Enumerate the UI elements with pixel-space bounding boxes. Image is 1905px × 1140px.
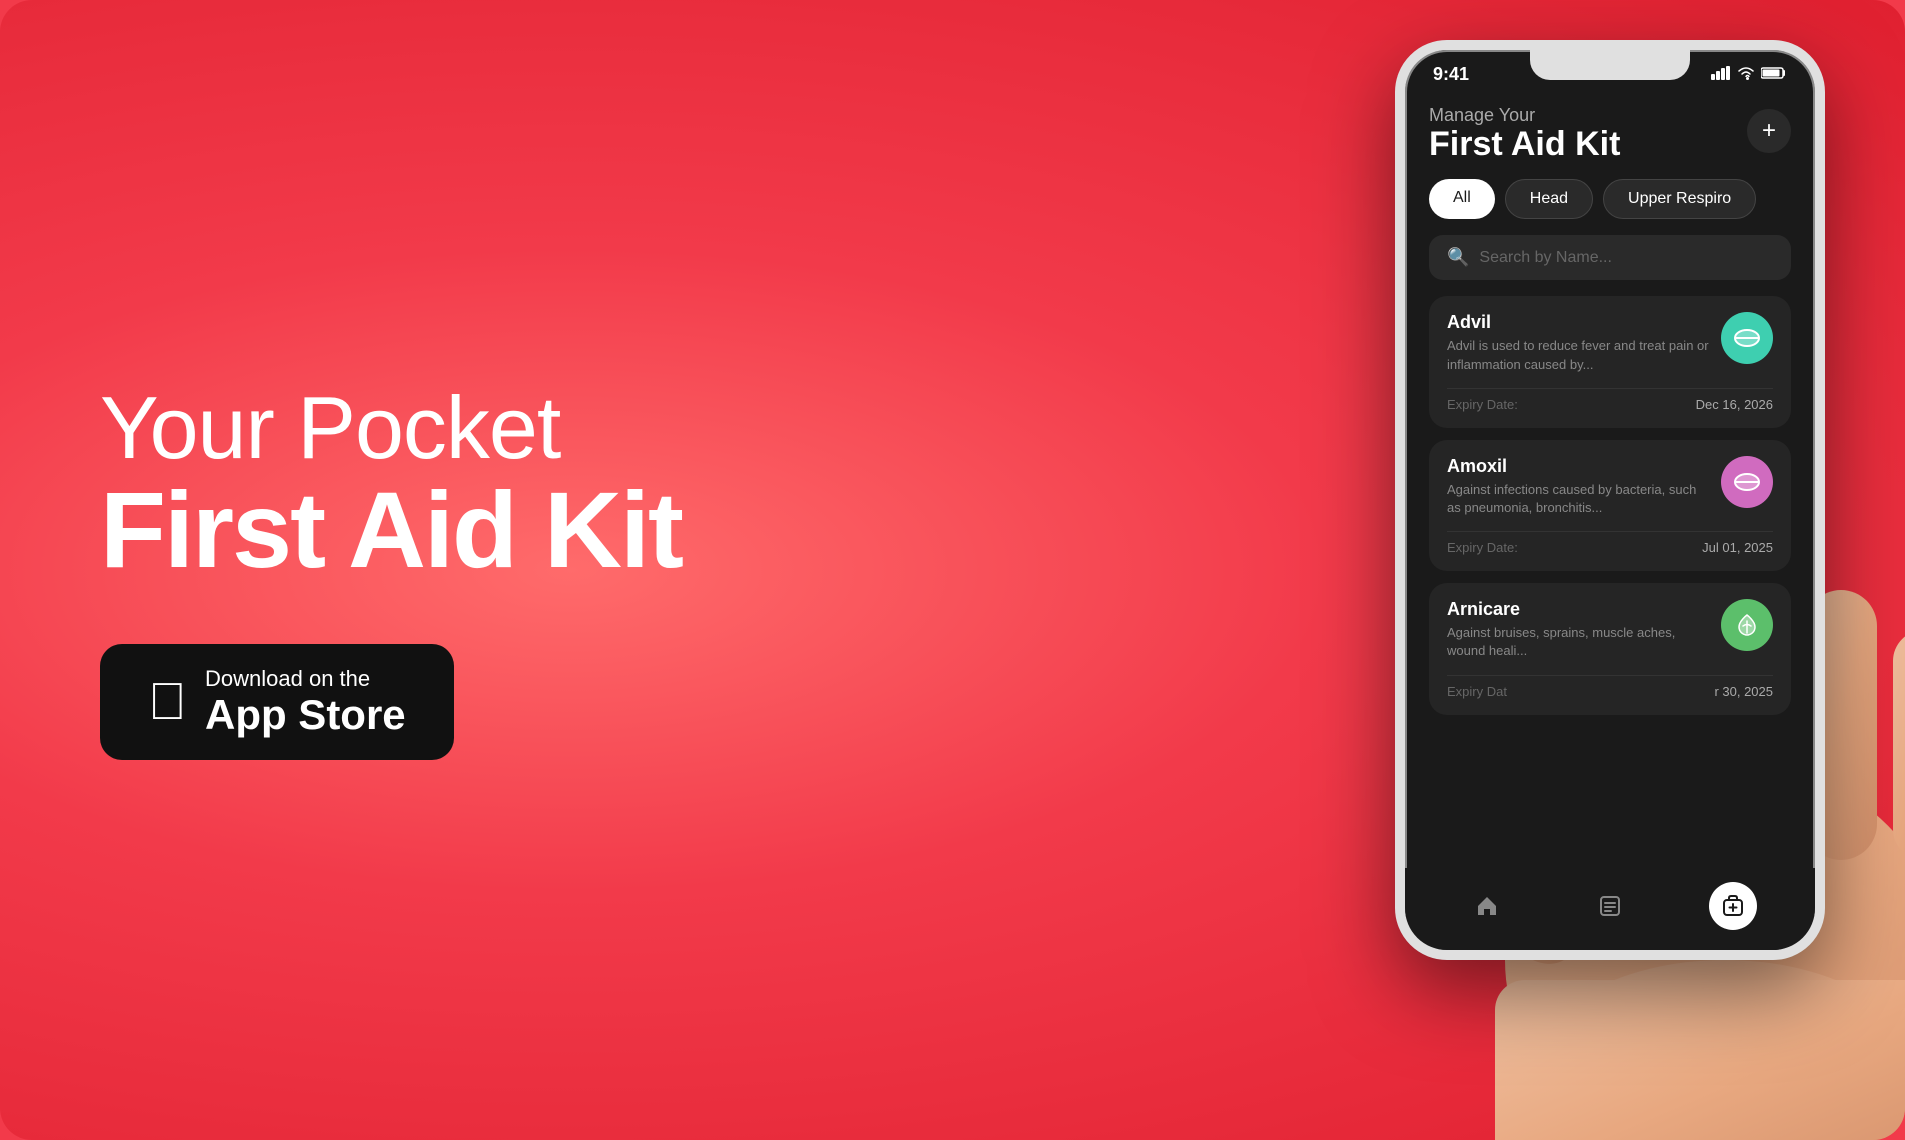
battery-icon [1761, 66, 1787, 83]
app-header: Manage Your First Aid Kit + [1429, 105, 1791, 163]
status-time: 9:41 [1433, 64, 1469, 85]
signal-icon [1711, 66, 1731, 83]
search-bar[interactable]: 🔍 Search by Name... [1429, 235, 1791, 280]
card-desc: Against bruises, sprains, muscle aches, … [1447, 624, 1709, 660]
expiry-date: Dec 16, 2026 [1696, 397, 1773, 412]
card-name: Amoxil [1447, 456, 1709, 477]
card-top: Amoxil Against infections caused by bact… [1447, 456, 1773, 517]
card-info: Advil Advil is used to reduce fever and … [1447, 312, 1721, 373]
expiry-date: Jul 01, 2025 [1702, 540, 1773, 555]
card-expiry: Expiry Date: Dec 16, 2026 [1447, 388, 1773, 412]
filter-tab-upper[interactable]: Upper Respiro [1603, 179, 1756, 219]
app-store-line2: App Store [205, 692, 406, 738]
app-title-block: Manage Your First Aid Kit [1429, 105, 1620, 163]
app-store-text: Download on the App Store [205, 666, 406, 738]
expiry-label: Expiry Dat [1447, 684, 1507, 699]
medicine-cards: Advil Advil is used to reduce fever and … [1429, 296, 1791, 848]
app-store-button[interactable]:  Download on the App Store [100, 644, 454, 760]
nav-kit[interactable] [1709, 882, 1757, 930]
app-title-sub: Manage Your [1429, 105, 1620, 126]
card-name: Advil [1447, 312, 1709, 333]
card-expiry: Expiry Dat r 30, 2025 [1447, 675, 1773, 699]
headline-bold: First Aid Kit [100, 476, 1105, 584]
apple-icon:  [148, 676, 187, 728]
background: Your Pocket First Aid Kit  Download on … [0, 0, 1905, 1140]
bottom-nav [1405, 868, 1815, 950]
app-content: Manage Your First Aid Kit + All Head Upp… [1405, 85, 1815, 868]
left-section: Your Pocket First Aid Kit  Download on … [0, 300, 1205, 841]
card-top: Advil Advil is used to reduce fever and … [1447, 312, 1773, 373]
nav-home[interactable] [1463, 882, 1511, 930]
add-button[interactable]: + [1747, 109, 1791, 153]
search-icon: 🔍 [1447, 247, 1469, 268]
card-top: Arnicare Against bruises, sprains, muscl… [1447, 599, 1773, 660]
phone-notch [1530, 50, 1690, 80]
expiry-label: Expiry Date: [1447, 397, 1518, 412]
status-icons [1711, 66, 1787, 83]
card-icon-arnicare [1721, 599, 1773, 651]
card-info: Arnicare Against bruises, sprains, muscl… [1447, 599, 1721, 660]
app-store-line1: Download on the [205, 666, 406, 692]
search-placeholder: Search by Name... [1479, 249, 1612, 267]
wifi-icon [1737, 66, 1755, 83]
card-info: Amoxil Against infections caused by bact… [1447, 456, 1721, 517]
nav-list[interactable] [1586, 882, 1634, 930]
headline: Your Pocket First Aid Kit [100, 380, 1105, 585]
expiry-date: r 30, 2025 [1714, 684, 1773, 699]
medicine-card-amoxil[interactable]: Amoxil Against infections caused by bact… [1429, 440, 1791, 571]
filter-tabs: All Head Upper Respiro [1429, 179, 1791, 219]
filter-tab-all[interactable]: All [1429, 179, 1495, 219]
card-desc: Against infections caused by bacteria, s… [1447, 481, 1709, 517]
app-title-main: First Aid Kit [1429, 126, 1620, 163]
right-section: 9:41 [1205, 0, 1905, 1140]
expiry-label: Expiry Date: [1447, 540, 1518, 555]
filter-tab-head[interactable]: Head [1505, 179, 1593, 219]
medicine-card-arnicare[interactable]: Arnicare Against bruises, sprains, muscl… [1429, 583, 1791, 714]
card-icon-advil [1721, 312, 1773, 364]
medicine-card-advil[interactable]: Advil Advil is used to reduce fever and … [1429, 296, 1791, 427]
headline-top: Your Pocket [100, 380, 1105, 477]
phone-mockup: 9:41 [1395, 40, 1825, 960]
card-icon-amoxil [1721, 456, 1773, 508]
card-expiry: Expiry Date: Jul 01, 2025 [1447, 531, 1773, 555]
card-name: Arnicare [1447, 599, 1709, 620]
card-desc: Advil is used to reduce fever and treat … [1447, 337, 1709, 373]
